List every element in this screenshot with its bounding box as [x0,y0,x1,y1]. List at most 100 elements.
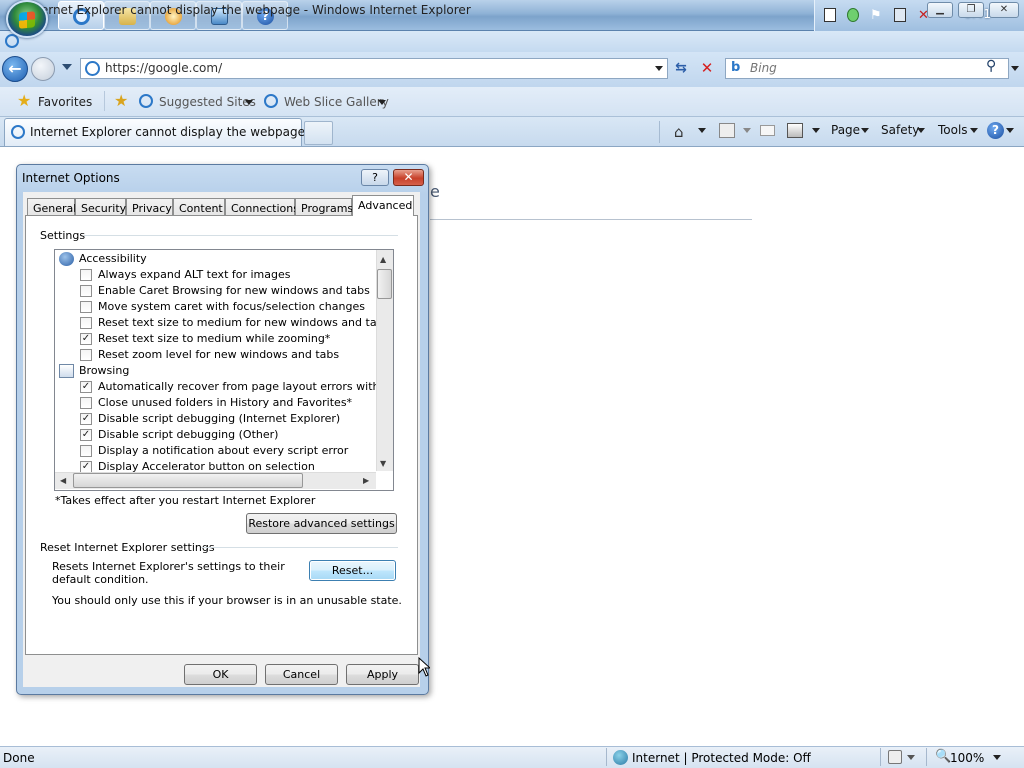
security-shield-icon[interactable] [847,8,859,22]
setting-label: Disable script debugging (Other) [98,428,279,441]
settings-group-label: Browsing [79,364,130,377]
document-tray-icon[interactable] [824,8,836,22]
horizontal-scroll-thumb[interactable] [73,473,303,488]
tab-title: Internet Explorer cannot display the web… [30,125,305,139]
suggested-sites-link[interactable]: Suggested Sites [159,95,256,109]
home-icon[interactable]: ⌂ [674,123,690,141]
security-zone-text[interactable]: Internet | Protected Mode: Off [632,751,811,765]
apply-button[interactable]: Apply [346,664,419,685]
dialog-title: Internet Options [22,171,120,185]
tools-dropdown-icon[interactable] [970,128,978,133]
print-icon[interactable] [787,123,803,138]
page-divider [430,219,752,220]
print-dropdown-icon[interactable] [812,128,820,133]
dialog-help-button[interactable]: ? [361,169,389,186]
add-to-favorites-bar-icon[interactable]: ★ [114,91,128,110]
checkbox-unchecked[interactable] [80,445,92,457]
checkbox-checked[interactable]: ✓ [80,413,92,425]
recent-pages-dropdown-icon[interactable] [62,64,72,70]
back-button[interactable]: ← [2,56,28,82]
separator [606,748,607,766]
feeds-icon[interactable] [719,123,735,138]
address-input[interactable] [105,61,645,75]
safety-dropdown-icon[interactable] [917,128,925,133]
scroll-down-arrow-icon[interactable]: ▼ [380,459,386,468]
stop-icon[interactable]: ✕ [697,58,717,79]
suggested-sites-icon [139,94,153,108]
group-rule [84,235,398,236]
zoom-level[interactable]: 100% [950,751,984,765]
start-button[interactable] [6,0,48,38]
settings-group-label: Accessibility [79,252,147,265]
new-tab-button[interactable] [304,121,333,145]
scroll-left-arrow-icon[interactable]: ◀ [60,476,66,485]
zoom-dropdown-icon[interactable] [993,755,1001,760]
web-slice-gallery-link[interactable]: Web Slice Gallery [284,95,389,109]
ie-title-bar [0,31,1024,52]
checkbox-unchecked[interactable] [80,301,92,313]
safety-menu[interactable]: Safety [881,123,919,137]
address-dropdown-icon[interactable] [655,66,663,71]
search-input[interactable] [750,61,970,75]
setting-label: Display a notification about every scrip… [98,444,349,457]
ok-button[interactable]: OK [184,664,257,685]
page-dropdown-icon[interactable] [861,128,869,133]
settings-tree[interactable]: Accessibility Always expand ALT text for … [54,249,394,491]
cancel-button[interactable]: Cancel [265,664,338,685]
favorites-bar [0,87,1024,117]
scroll-up-arrow-icon[interactable]: ▲ [380,255,386,264]
setting-label: Reset text size to medium while zooming* [98,332,331,345]
separator [104,91,105,111]
setting-label: Enable Caret Browsing for new windows an… [98,284,370,297]
action-center-flag-icon[interactable]: ⚑ [870,8,882,23]
minimize-button[interactable]: ▁ [927,2,953,18]
checkbox-unchecked[interactable] [80,285,92,297]
network-icon[interactable] [894,8,906,22]
browsing-icon [59,364,74,378]
forward-button[interactable] [31,57,55,81]
setting-label: Close unused folders in History and Favo… [98,396,353,409]
separator [926,748,927,766]
checkbox-unchecked[interactable] [80,349,92,361]
suggested-sites-dropdown-icon[interactable] [245,100,253,105]
status-text: Done [3,751,35,765]
accessibility-icon [59,252,74,266]
window-title: Internet Explorer cannot display the web… [25,3,471,17]
separator [659,121,660,143]
tools-menu[interactable]: Tools [938,123,968,137]
feeds-dropdown-icon[interactable] [743,128,751,133]
page-icon [85,61,100,76]
close-window-button[interactable]: ✕ [989,2,1019,18]
reset-button[interactable]: Reset... [309,560,396,581]
favorites-button[interactable]: Favorites [38,95,92,109]
vertical-scroll-thumb[interactable] [377,269,392,299]
help-dropdown-icon[interactable] [1006,128,1014,133]
setting-label: Reset text size to medium for new window… [98,316,390,329]
search-icon[interactable]: ⚲ [986,58,1004,79]
help-icon[interactable]: ? [987,122,1004,139]
read-mail-icon[interactable] [760,125,775,136]
popup-blocker-icon[interactable] [888,750,902,764]
page-menu[interactable]: Page [831,123,860,137]
tab-advanced[interactable]: Advanced [352,195,414,216]
restart-note: *Takes effect after you restart Internet… [55,494,316,507]
checkbox-checked[interactable]: ✓ [80,333,92,345]
search-options-dropdown-icon[interactable] [1011,66,1019,71]
checkbox-checked[interactable]: ✓ [80,429,92,441]
checkbox-checked[interactable]: ✓ [80,381,92,393]
reset-warning: You should only use this if your browser… [52,594,402,607]
dialog-close-button[interactable]: ✕ [393,169,424,186]
restore-button[interactable]: ❐ [958,2,984,18]
setting-label: Disable script debugging (Internet Explo… [98,412,341,425]
popup-blocker-dropdown-icon[interactable] [907,755,915,760]
checkbox-unchecked[interactable] [80,269,92,281]
scroll-right-arrow-icon[interactable]: ▶ [363,476,369,485]
refresh-icon[interactable]: ⇆ [671,58,691,79]
zoom-icon[interactable]: 🔍 [935,749,951,764]
restore-advanced-settings-button[interactable]: Restore advanced settings [246,513,397,534]
checkbox-unchecked[interactable] [80,317,92,329]
web-slice-gallery-dropdown-icon[interactable] [378,100,386,105]
mouse-cursor-icon [418,657,430,677]
checkbox-unchecked[interactable] [80,397,92,409]
home-dropdown-icon[interactable] [698,128,706,133]
